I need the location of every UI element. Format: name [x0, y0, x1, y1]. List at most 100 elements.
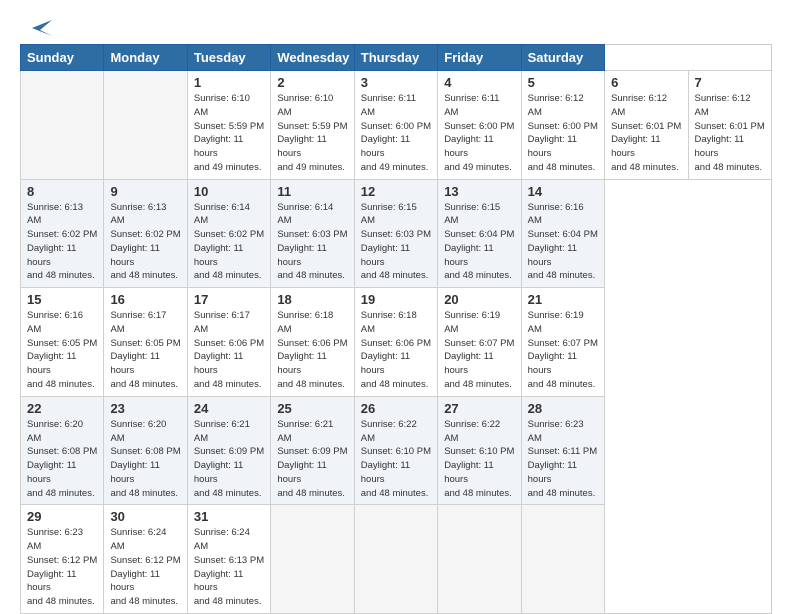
calendar-day-31: 31Sunrise: 6:24 AMSunset: 6:13 PMDayligh… — [187, 505, 270, 614]
day-info: Sunrise: 6:12 AMSunset: 6:01 PMDaylight:… — [695, 92, 766, 175]
day-number: 5 — [528, 75, 598, 90]
day-number: 6 — [611, 75, 681, 90]
day-number: 12 — [361, 184, 431, 199]
day-info: Sunrise: 6:12 AMSunset: 6:01 PMDaylight:… — [611, 92, 681, 175]
day-info: Sunrise: 6:18 AMSunset: 6:06 PMDaylight:… — [277, 309, 347, 392]
day-info: Sunrise: 6:18 AMSunset: 6:06 PMDaylight:… — [361, 309, 431, 392]
day-number: 17 — [194, 292, 264, 307]
calendar-week-4: 22Sunrise: 6:20 AMSunset: 6:08 PMDayligh… — [21, 396, 772, 505]
calendar-week-1: 1 Sunrise: 6:10 AMSunset: 5:59 PMDaylight… — [21, 71, 772, 180]
day-number: 31 — [194, 509, 264, 524]
day-number: 9 — [110, 184, 180, 199]
calendar-day-29: 29Sunrise: 6:23 AMSunset: 6:12 PMDayligh… — [21, 505, 104, 614]
day-info: Sunrise: 6:22 AMSunset: 6:10 PMDaylight:… — [444, 418, 514, 501]
calendar-week-5: 29Sunrise: 6:23 AMSunset: 6:12 PMDayligh… — [21, 505, 772, 614]
calendar-day-26: 26 Sunrise: 6:22 AMSunset: 6:10 PMDayligh… — [354, 396, 437, 505]
day-info: Sunrise: 6:16 AMSunset: 6:05 PMDaylight:… — [27, 309, 97, 392]
logo — [20, 18, 52, 34]
day-info: Sunrise: 6:17 AMSunset: 6:05 PMDaylight:… — [110, 309, 180, 392]
day-number: 4 — [444, 75, 514, 90]
day-number: 14 — [528, 184, 598, 199]
day-info: Sunrise: 6:14 AMSunset: 6:03 PMDaylight:… — [277, 201, 347, 284]
day-info: Sunrise: 6:11 AMSunset: 6:00 PMDaylight:… — [361, 92, 431, 175]
calendar-day-16: 16 Sunrise: 6:17 AMSunset: 6:05 PMDayligh… — [104, 288, 187, 397]
calendar-day-28: 28 Sunrise: 6:23 AMSunset: 6:11 PMDayligh… — [521, 396, 604, 505]
day-number: 11 — [277, 184, 347, 199]
calendar-day-5: 5 Sunrise: 6:12 AMSunset: 6:00 PMDaylight… — [521, 71, 604, 180]
calendar-day-15: 15 Sunrise: 6:16 AMSunset: 6:05 PMDayligh… — [21, 288, 104, 397]
day-info: Sunrise: 6:24 AMSunset: 6:12 PMDaylight:… — [110, 526, 180, 609]
weekday-header-tuesday: Tuesday — [187, 45, 270, 71]
page: SundayMondayTuesdayWednesdayThursdayFrid… — [0, 0, 792, 612]
day-number: 22 — [27, 401, 97, 416]
day-number: 27 — [444, 401, 514, 416]
calendar-day-6: 6 Sunrise: 6:12 AMSunset: 6:01 PMDaylight… — [605, 71, 688, 180]
calendar-day-empty — [21, 71, 104, 180]
day-info: Sunrise: 6:12 AMSunset: 6:00 PMDaylight:… — [528, 92, 598, 175]
day-info: Sunrise: 6:21 AMSunset: 6:09 PMDaylight:… — [277, 418, 347, 501]
day-info: Sunrise: 6:10 AMSunset: 5:59 PMDaylight:… — [194, 92, 264, 175]
calendar-day-12: 12 Sunrise: 6:15 AMSunset: 6:03 PMDayligh… — [354, 179, 437, 288]
day-info: Sunrise: 6:13 AMSunset: 6:02 PMDaylight:… — [27, 201, 97, 284]
weekday-header-monday: Monday — [104, 45, 187, 71]
calendar-day-empty — [438, 505, 521, 614]
calendar-day-21: 21 Sunrise: 6:19 AMSunset: 6:07 PMDayligh… — [521, 288, 604, 397]
day-number: 28 — [528, 401, 598, 416]
calendar-day-14: 14 Sunrise: 6:16 AMSunset: 6:04 PMDayligh… — [521, 179, 604, 288]
calendar-body: 1 Sunrise: 6:10 AMSunset: 5:59 PMDaylight… — [21, 71, 772, 614]
calendar-day-empty — [104, 71, 187, 180]
day-info: Sunrise: 6:14 AMSunset: 6:02 PMDaylight:… — [194, 201, 264, 284]
calendar-day-empty — [354, 505, 437, 614]
calendar-day-20: 20Sunrise: 6:19 AMSunset: 6:07 PMDayligh… — [438, 288, 521, 397]
logo-bird-icon — [22, 18, 52, 38]
day-number: 16 — [110, 292, 180, 307]
day-number: 18 — [277, 292, 347, 307]
calendar-day-18: 18 Sunrise: 6:18 AMSunset: 6:06 PMDayligh… — [271, 288, 354, 397]
calendar-week-3: 15 Sunrise: 6:16 AMSunset: 6:05 PMDayligh… — [21, 288, 772, 397]
day-info: Sunrise: 6:11 AMSunset: 6:00 PMDaylight:… — [444, 92, 514, 175]
day-number: 13 — [444, 184, 514, 199]
day-number: 23 — [110, 401, 180, 416]
day-number: 20 — [444, 292, 514, 307]
day-info: Sunrise: 6:16 AMSunset: 6:04 PMDaylight:… — [528, 201, 598, 284]
weekday-header-wednesday: Wednesday — [271, 45, 354, 71]
calendar-day-11: 11 Sunrise: 6:14 AMSunset: 6:03 PMDayligh… — [271, 179, 354, 288]
day-info: Sunrise: 6:23 AMSunset: 6:12 PMDaylight:… — [27, 526, 97, 609]
calendar-day-empty — [521, 505, 604, 614]
day-number: 24 — [194, 401, 264, 416]
calendar-day-24: 24 Sunrise: 6:21 AMSunset: 6:09 PMDayligh… — [187, 396, 270, 505]
day-info: Sunrise: 6:15 AMSunset: 6:04 PMDaylight:… — [444, 201, 514, 284]
day-info: Sunrise: 6:13 AMSunset: 6:02 PMDaylight:… — [110, 201, 180, 284]
calendar-day-empty — [271, 505, 354, 614]
day-number: 8 — [27, 184, 97, 199]
day-info: Sunrise: 6:21 AMSunset: 6:09 PMDaylight:… — [194, 418, 264, 501]
day-number: 26 — [361, 401, 431, 416]
calendar-table: SundayMondayTuesdayWednesdayThursdayFrid… — [20, 44, 772, 614]
calendar-day-22: 22Sunrise: 6:20 AMSunset: 6:08 PMDayligh… — [21, 396, 104, 505]
calendar-day-9: 9 Sunrise: 6:13 AMSunset: 6:02 PMDaylight… — [104, 179, 187, 288]
day-number: 19 — [361, 292, 431, 307]
calendar-day-2: 2 Sunrise: 6:10 AMSunset: 5:59 PMDaylight… — [271, 71, 354, 180]
day-info: Sunrise: 6:22 AMSunset: 6:10 PMDaylight:… — [361, 418, 431, 501]
day-info: Sunrise: 6:15 AMSunset: 6:03 PMDaylight:… — [361, 201, 431, 284]
calendar-week-2: 8 Sunrise: 6:13 AMSunset: 6:02 PMDaylight… — [21, 179, 772, 288]
calendar-day-23: 23Sunrise: 6:20 AMSunset: 6:08 PMDayligh… — [104, 396, 187, 505]
calendar-day-8: 8 Sunrise: 6:13 AMSunset: 6:02 PMDaylight… — [21, 179, 104, 288]
day-info: Sunrise: 6:19 AMSunset: 6:07 PMDaylight:… — [528, 309, 598, 392]
day-number: 10 — [194, 184, 264, 199]
day-number: 21 — [528, 292, 598, 307]
calendar-day-4: 4 Sunrise: 6:11 AMSunset: 6:00 PMDaylight… — [438, 71, 521, 180]
day-number: 7 — [695, 75, 766, 90]
day-number: 15 — [27, 292, 97, 307]
weekday-header-sunday: Sunday — [21, 45, 104, 71]
day-info: Sunrise: 6:10 AMSunset: 5:59 PMDaylight:… — [277, 92, 347, 175]
day-number: 30 — [110, 509, 180, 524]
header — [20, 18, 772, 34]
day-number: 2 — [277, 75, 347, 90]
weekday-header-friday: Friday — [438, 45, 521, 71]
weekday-header-row: SundayMondayTuesdayWednesdayThursdayFrid… — [21, 45, 772, 71]
day-number: 1 — [194, 75, 264, 90]
calendar-day-10: 10 Sunrise: 6:14 AMSunset: 6:02 PMDayligh… — [187, 179, 270, 288]
weekday-header-thursday: Thursday — [354, 45, 437, 71]
day-info: Sunrise: 6:23 AMSunset: 6:11 PMDaylight:… — [528, 418, 598, 501]
